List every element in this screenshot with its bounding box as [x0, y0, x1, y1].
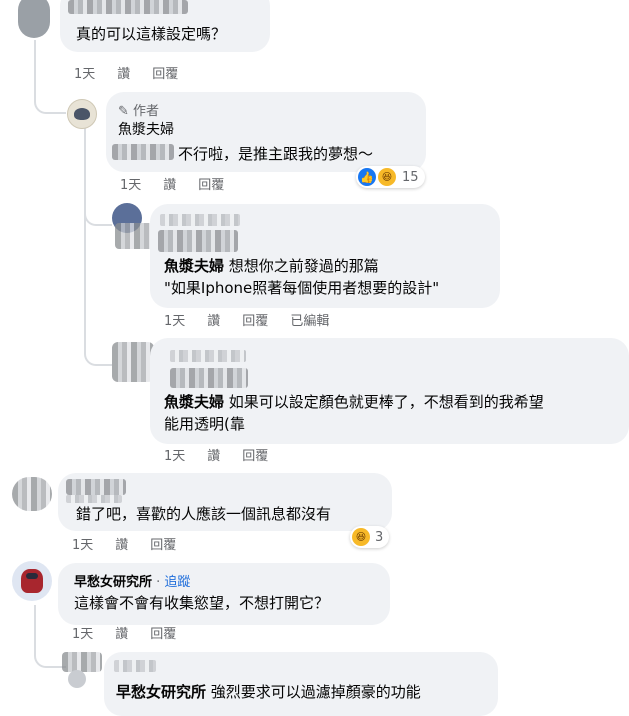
comment-text: 魚漿夫婦 如果可以設定顏色就更棒了，不想看到的我希望 [164, 393, 544, 411]
mention-link[interactable]: 魚漿夫婦 [164, 393, 224, 411]
pencil-icon: ✎ [118, 104, 129, 119]
reply-connector [34, 60, 66, 114]
like-button[interactable]: 讚 [207, 449, 220, 464]
like-button[interactable]: 讚 [117, 67, 130, 82]
reply-button[interactable]: 回覆 [242, 314, 268, 329]
commenter-name-redacted [160, 214, 240, 226]
comment-header: 早愁女研究所 · 追蹤 [74, 575, 191, 590]
commenter-name-redacted [66, 495, 122, 503]
like-reaction-icon: 👍 [358, 168, 376, 186]
avatar-redacted [112, 342, 154, 382]
haha-reaction-icon: 😆 [378, 168, 396, 186]
avatar[interactable] [18, 0, 50, 38]
reply-connector [84, 330, 112, 366]
avatar-redacted [12, 477, 52, 511]
follow-link[interactable]: 追蹤 [164, 575, 190, 590]
comment-actions: 1天 讚 回覆 [120, 178, 246, 194]
reply-button[interactable]: 回覆 [152, 67, 178, 82]
reaction-summary[interactable]: 👍 😆 15 [356, 166, 425, 188]
comment-bubble: 魚漿夫婦 想想你之前發過的那篇 "如果Iphone照著每個使用者想要的設計" [150, 204, 500, 308]
reply-button[interactable]: 回覆 [198, 178, 224, 193]
comment-time: 1天 [120, 178, 142, 193]
comment-time: 1天 [74, 67, 96, 82]
reply-button[interactable]: 回覆 [242, 449, 268, 464]
comment-text-line2: 能用透明(靠 [164, 415, 245, 433]
comment-bubble: 早愁女研究所 · 追蹤 這樣會不會有收集慾望，不想打開它？ [58, 563, 390, 625]
commenter-name-redacted [170, 368, 248, 388]
commenter-name-redacted [158, 230, 238, 252]
commenter-name-redacted [68, 0, 188, 14]
commenter-name-redacted [170, 350, 246, 362]
comment-bubble: 真的可以這樣設定嗎？ [60, 0, 270, 52]
comment-actions: 1天 讚 回覆 [164, 449, 290, 465]
comment-text: 真的可以這樣設定嗎？ [76, 25, 227, 43]
reply-button[interactable]: 回覆 [150, 627, 176, 642]
mention-link[interactable]: 早愁女研究所 [116, 683, 206, 701]
mention-link[interactable]: 魚漿夫婦 [164, 257, 224, 275]
author-avatar[interactable] [67, 99, 97, 129]
author-badge: ✎ 作者 [118, 104, 160, 119]
commenter-name-redacted [114, 660, 156, 672]
comment-text: 這樣會不會有收集慾望，不想打開它？ [74, 594, 330, 612]
thread-line [84, 128, 86, 353]
comment-actions: 1天 讚 回覆 [74, 67, 200, 83]
comment-time: 1天 [72, 538, 94, 553]
page-avatar[interactable] [12, 561, 52, 601]
comment-actions: 1天 讚 回覆 [72, 538, 198, 554]
avatar-redacted [62, 652, 102, 672]
like-button[interactable]: 讚 [207, 314, 220, 329]
haha-reaction-icon: 😆 [352, 528, 370, 546]
comment-actions: 1天 讚 回覆 [72, 627, 198, 643]
reply-connector [84, 190, 112, 226]
avatar[interactable] [68, 670, 86, 688]
commenter-name[interactable]: 早愁女研究所 [74, 575, 152, 590]
like-button[interactable]: 讚 [115, 627, 128, 642]
mention-redacted [112, 144, 174, 160]
reaction-summary[interactable]: 😆 3 [350, 526, 390, 548]
comment-bubble: 魚漿夫婦 如果可以設定顏色就更棒了，不想看到的我希望 能用透明(靠 [150, 338, 629, 444]
comment-text: 錯了吧，喜歡的人應該一個訊息都沒有 [76, 505, 332, 523]
comment-time: 1天 [72, 627, 94, 642]
edited-label: 已編輯 [290, 314, 330, 329]
like-button[interactable]: 讚 [115, 538, 128, 553]
commenter-name[interactable]: 魚漿夫婦 [118, 120, 174, 140]
commenter-name-redacted [66, 479, 126, 495]
comment-bubble: 錯了吧，喜歡的人應該一個訊息都沒有 [58, 473, 392, 531]
comment-time: 1天 [164, 449, 186, 464]
comment-bubble: 早愁女研究所 強烈要求可以過濾掉顏豪的功能 [104, 652, 498, 716]
comment-text: 不行啦，是推主跟我的夢想～ [178, 145, 374, 163]
like-button[interactable]: 讚 [163, 178, 176, 193]
reply-button[interactable]: 回覆 [150, 538, 176, 553]
comment-text: 魚漿夫婦 想想你之前發過的那篇 [164, 257, 379, 275]
reaction-count: 15 [402, 169, 419, 185]
comment-time: 1天 [164, 314, 186, 329]
comment-text-line2: "如果Iphone照著每個使用者想要的設計" [164, 279, 440, 297]
reaction-count: 3 [375, 529, 384, 545]
avatar-redacted [115, 223, 155, 249]
comment-bubble: ✎ 作者 魚漿夫婦 不行啦，是推主跟我的夢想～ [106, 92, 426, 172]
comment-text: 早愁女研究所 強烈要求可以過濾掉顏豪的功能 [116, 683, 421, 701]
comment-actions: 1天 讚 回覆 已編輯 [164, 314, 351, 330]
